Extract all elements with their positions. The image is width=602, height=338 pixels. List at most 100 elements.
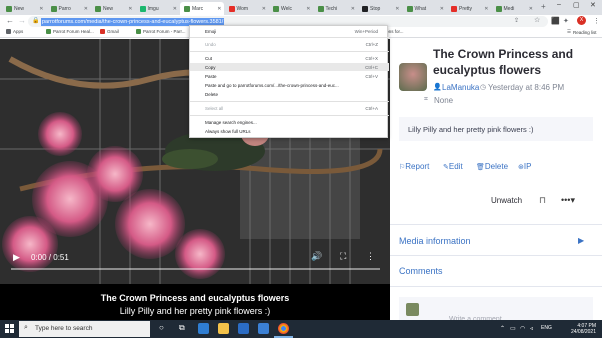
tab-label: Marc bbox=[192, 5, 204, 12]
bookmark-label: Apps bbox=[13, 29, 24, 34]
menu-item-always-show-full-urls[interactable]: Always show full URLs bbox=[190, 127, 389, 135]
tray-up-icon[interactable]: ⌃ bbox=[500, 325, 505, 332]
lock-icon[interactable]: 🔒 bbox=[32, 17, 39, 24]
edge-icon[interactable] bbox=[198, 323, 209, 334]
tab-5[interactable]: Wom ✕ bbox=[225, 2, 269, 15]
menu-item-select-all[interactable]: Select all Ctrl+A bbox=[190, 104, 389, 112]
extension-icon[interactable]: ⬛ bbox=[551, 17, 560, 25]
chevron-right-icon[interactable]: ▶ bbox=[578, 236, 584, 245]
menu-item-label: Manage search engines... bbox=[205, 119, 257, 125]
chrome-icon[interactable] bbox=[278, 323, 289, 334]
tab-9[interactable]: What ✕ bbox=[403, 2, 447, 15]
menu-item-manage-search-engines[interactable]: Manage search engines... bbox=[190, 118, 389, 126]
menu-item-label: Delete bbox=[205, 91, 219, 97]
close-tab-icon[interactable]: ✕ bbox=[84, 6, 88, 12]
report-link[interactable]: ⚐Report bbox=[399, 162, 429, 171]
close-tab-icon[interactable]: ✕ bbox=[529, 6, 533, 12]
volume-icon[interactable]: 🔊 bbox=[311, 251, 322, 262]
network-icon[interactable]: ▭ bbox=[510, 325, 516, 332]
menu-item-paste[interactable]: Paste Ctrl+V bbox=[190, 72, 389, 80]
file-explorer-icon[interactable] bbox=[218, 323, 229, 334]
speaker-icon[interactable]: ◃ bbox=[530, 325, 533, 332]
menu-item-emoji[interactable]: Emoji Win+Period bbox=[190, 27, 389, 35]
tab-7[interactable]: Techi ✕ bbox=[314, 2, 358, 15]
reading-list[interactable]: ☰ Reading list bbox=[567, 29, 597, 35]
edit-link[interactable]: ✎Edit bbox=[443, 162, 463, 171]
ip-label: IP bbox=[523, 162, 532, 171]
close-tab-icon[interactable]: ✕ bbox=[395, 6, 399, 12]
bookmark-1[interactable]: Parrot Forum Heal... bbox=[46, 29, 94, 34]
bookmark-0[interactable]: Apps bbox=[6, 29, 23, 34]
cortana-icon[interactable]: ○ bbox=[159, 323, 164, 332]
taskbar-search-input[interactable]: Type here to search bbox=[35, 325, 92, 332]
tab-4[interactable]: Marc ✕ bbox=[180, 2, 224, 15]
profile-avatar[interactable]: X bbox=[577, 16, 586, 25]
star-icon[interactable]: ☆ bbox=[534, 16, 540, 24]
play-icon[interactable]: ▶ bbox=[13, 252, 20, 263]
tab-label: New bbox=[103, 5, 114, 12]
media-information-link[interactable]: Media information bbox=[399, 236, 471, 246]
bookmark-2[interactable]: Gmail bbox=[100, 29, 119, 34]
menu-item-cut[interactable]: Cut Ctrl+X bbox=[190, 54, 389, 62]
delete-icon: 🗑 bbox=[476, 164, 485, 171]
uploader-avatar[interactable] bbox=[399, 63, 427, 91]
close-tab-icon[interactable]: ✕ bbox=[440, 6, 444, 12]
tab-0[interactable]: New ✕ bbox=[2, 2, 46, 15]
tab-2[interactable]: New ✕ bbox=[91, 2, 135, 15]
menu-item-paste-and-go[interactable]: Paste and go to parrotforums.com/.../the… bbox=[190, 81, 389, 89]
close-tab-icon[interactable]: ✕ bbox=[173, 6, 177, 12]
tab-11[interactable]: Medi ✕ bbox=[492, 2, 536, 15]
media-description-text: Lilly Pilly and her pretty pink flowers … bbox=[408, 125, 534, 134]
tab-1[interactable]: Parro ✕ bbox=[47, 2, 91, 15]
close-tab-icon[interactable]: ✕ bbox=[262, 6, 266, 12]
menu-item-delete[interactable]: Delete bbox=[190, 90, 389, 98]
menu-item-undo[interactable]: Undo Ctrl+Z bbox=[190, 40, 389, 48]
windows-taskbar: ⌕ Type here to search ○ ⧉ ⌃ ▭ ◠ ◃ ENG 4:… bbox=[0, 320, 602, 338]
close-tab-icon[interactable]: ✕ bbox=[351, 6, 355, 12]
close-window-button[interactable]: ✕ bbox=[590, 1, 596, 9]
menu-item-copy[interactable]: Copy Ctrl+C bbox=[190, 63, 389, 71]
bookmark-icon[interactable]: ⊓ bbox=[539, 195, 546, 206]
windows-start-icon[interactable] bbox=[5, 324, 14, 333]
close-tab-icon[interactable]: ✕ bbox=[39, 6, 43, 12]
wifi-icon[interactable]: ◠ bbox=[520, 325, 525, 332]
mail-icon[interactable] bbox=[258, 323, 269, 334]
menu-dots-icon[interactable]: ⋮ bbox=[593, 17, 600, 25]
puzzle-icon[interactable]: ✦ bbox=[563, 17, 569, 25]
divider bbox=[390, 224, 602, 225]
commenter-avatar bbox=[406, 303, 419, 316]
menu-item-label: Always show full URLs bbox=[205, 128, 251, 134]
bookmark-favicon-icon bbox=[100, 29, 105, 34]
maximize-button[interactable]: ▢ bbox=[573, 1, 580, 9]
back-icon[interactable]: ← bbox=[6, 16, 14, 25]
fullscreen-icon[interactable]: ⛶ bbox=[340, 251, 346, 262]
uploader-name[interactable]: LaManuka bbox=[442, 83, 479, 92]
tab-3[interactable]: Imgu ✕ bbox=[136, 2, 180, 15]
delete-link[interactable]: 🗑Delete bbox=[476, 162, 508, 171]
close-tab-icon[interactable]: ✕ bbox=[128, 6, 132, 12]
tab-8[interactable]: Stop ✕ bbox=[358, 2, 402, 15]
unwatch-button[interactable]: Unwatch bbox=[491, 196, 522, 205]
clock[interactable]: 4:07 PM 24/08/2021 bbox=[571, 323, 596, 335]
forward-icon[interactable]: → bbox=[18, 16, 26, 25]
close-tab-icon[interactable]: ✕ bbox=[306, 6, 310, 12]
comment-box[interactable]: Write a comment... bbox=[399, 297, 593, 323]
share-icon[interactable]: ⇪ bbox=[514, 17, 519, 24]
new-tab-button[interactable]: + bbox=[541, 2, 546, 11]
close-tab-icon[interactable]: ✕ bbox=[484, 6, 488, 12]
more-options-icon[interactable]: •••▾ bbox=[561, 195, 575, 206]
video-more-icon[interactable]: ⋮ bbox=[366, 251, 375, 262]
menu-item-shortcut: Ctrl+A bbox=[365, 105, 378, 111]
bookmark-3[interactable]: Parrot Forum - Parr... bbox=[136, 29, 186, 34]
ip-link[interactable]: ⊛IP bbox=[518, 162, 531, 171]
store-icon[interactable] bbox=[238, 323, 249, 334]
tab-6[interactable]: Welc ✕ bbox=[269, 2, 313, 15]
task-view-icon[interactable]: ⧉ bbox=[179, 323, 185, 333]
taskbar-search[interactable]: ⌕ Type here to search bbox=[19, 321, 150, 337]
language-label[interactable]: ENG bbox=[541, 325, 552, 331]
video-progress-track[interactable] bbox=[11, 268, 380, 270]
tab-10[interactable]: Pretty ✕ bbox=[447, 2, 491, 15]
minimize-button[interactable]: – bbox=[557, 1, 561, 8]
menu-item-shortcut: Win+Period bbox=[354, 28, 378, 34]
close-tab-icon[interactable]: ✕ bbox=[217, 6, 221, 12]
